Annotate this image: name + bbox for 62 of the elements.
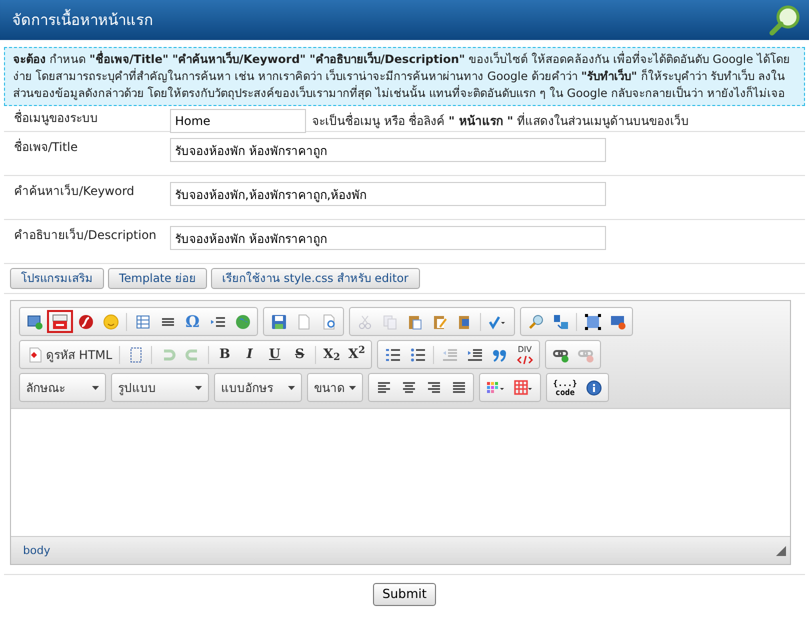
tool-tab[interactable]: Template ย่อย: [108, 268, 208, 290]
superscript-button[interactable]: X$^{2}$: [344, 343, 370, 366]
text-field[interactable]: รับจองห้องพัก ห้องพักราคาถูก: [170, 138, 606, 162]
notice-text: จะต้อง กำหนด "ชื่อเพจ/Title" "คำค้นหาเว็บ/Keyword" "คำอธิบายเว็บ/Description" ของเว็บไซต์ ให้สอดคล้องกัน เพื่อที่จะได้ติดอันดับ Google ได้โดยง่าย โดยสามารถระบุคำที่สำคัญในการค้นหา เช่น หากเราคิดว่า เว็บเราน่าจะมีการค้นหาผ่านทาง Google ด้วยคำว่า "รับทำเว็บ" ก็ให้ระบุคำว่า รับทำเว็บ ลงในส่วนของข้อมูลดังกล่าวด้วย โดยให้ตรงกับวัตถุประสงค์ของเว็บเรามากที่สุด ไม่เช่นนั้น แทนที่จะติดอันดับแรก ๆ ใน Google กลับจะกลายเป็นว่า หายังไงก็ไม่เจอ: [4, 47, 805, 106]
bulleted-list-icon: [410, 346, 426, 363]
code-icon: [516, 354, 533, 365]
field-label: คำอธิบายเว็บ/Description: [14, 226, 158, 244]
paste-text-icon: [432, 314, 448, 330]
smiley-icon: [102, 314, 118, 330]
strikethrough-button[interactable]: S: [287, 343, 312, 366]
subscript-button[interactable]: X$_{2}$: [319, 343, 344, 366]
numbered-list-icon: [384, 346, 401, 363]
search-icon: [769, 4, 801, 36]
font-dropdown[interactable]: แบบอักษร: [215, 375, 301, 400]
globe-icon: [234, 314, 250, 330]
save-icon: [270, 314, 286, 330]
tool-tab[interactable]: เรียกใช้งาน style.css สำหรับ editor: [211, 268, 420, 290]
page-title: จัดการเนื้อหาหน้าแรก: [12, 8, 153, 31]
special-character-button[interactable]: Ω: [180, 310, 205, 334]
field-label: ชื่อเพจ/Title: [14, 138, 79, 156]
caret-icon: [195, 386, 202, 390]
underline-button[interactable]: U: [262, 343, 288, 366]
text-field[interactable]: รับจองห้องพัก ห้องพักราคาถูก: [170, 226, 606, 250]
italic-button[interactable]: I: [237, 343, 262, 366]
table-icon: [134, 314, 150, 330]
source-button[interactable]: ดูรหัส HTML: [22, 343, 116, 366]
caret-icon: [92, 386, 99, 390]
find-icon: [528, 314, 544, 330]
tool-tab[interactable]: โปรแกรมเสริม: [10, 268, 104, 290]
new-page-icon: [296, 314, 312, 330]
div-button[interactable]: DIV: [512, 343, 538, 366]
element-path[interactable]: body: [23, 542, 50, 559]
caret-icon: [288, 386, 295, 390]
field-hint: จะเป็นชื่อเมนู หรือ ชื่อลิงค์ " หน้าแรก " ที่แสดงในส่วนเมนูด้านบนของเว็บ: [311, 112, 690, 130]
cut-icon: [356, 314, 372, 330]
flash-icon: [78, 314, 94, 330]
select-all-icon: [584, 314, 600, 330]
replace-icon: [552, 314, 568, 330]
preview-icon: [320, 314, 336, 330]
code-button[interactable]: {...} code: [549, 376, 582, 400]
bold-button[interactable]: B: [212, 343, 238, 366]
paste-icon: [406, 314, 422, 330]
text-field[interactable]: รับจองห้องพัก,ห้องพักราคาถูก,ห้องพัก: [170, 182, 606, 206]
size-dropdown[interactable]: ขนาด: [308, 375, 362, 400]
table-grid-icon: [514, 380, 534, 396]
image-icon: [26, 314, 42, 330]
info-icon: [586, 380, 602, 396]
outdent-icon: [442, 346, 458, 363]
copy-icon: [382, 314, 398, 330]
check-icon: [488, 314, 508, 330]
field-label: ชื่อเมนูของระบบ: [14, 109, 99, 128]
submit-button[interactable]: Submit: [373, 583, 436, 606]
style-dropdown[interactable]: ลักษณะ: [20, 375, 105, 400]
color-grid-icon: [486, 380, 506, 396]
field-label: คำค้นหาเว็บ/Keyword: [14, 182, 136, 200]
format-dropdown[interactable]: รูปแบบ: [112, 375, 208, 400]
video-button[interactable]: [47, 310, 73, 334]
show-blocks-icon: [128, 346, 144, 363]
caret-icon: [349, 386, 356, 390]
indent-icon: [466, 346, 483, 363]
resize-grip-icon: [776, 546, 786, 556]
text-field[interactable]: Home: [170, 109, 306, 133]
